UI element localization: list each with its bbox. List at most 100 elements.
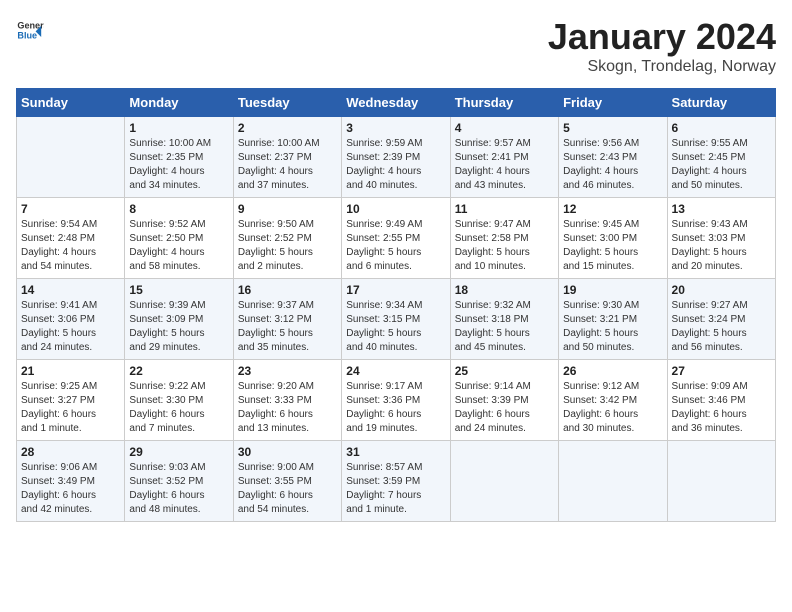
calendar-cell: 10 Sunrise: 9:49 AMSunset: 2:55 PMDayligh…	[342, 198, 450, 279]
calendar-week-1: 1 Sunrise: 10:00 AMSunset: 2:35 PMDayligh…	[17, 117, 776, 198]
day-content: Sunrise: 9:34 AMSunset: 3:15 PMDaylight:…	[346, 299, 445, 355]
calendar-cell	[450, 441, 558, 522]
header-friday: Friday	[559, 89, 667, 117]
header-monday: Monday	[125, 89, 233, 117]
day-content: Sunrise: 9:47 AMSunset: 2:58 PMDaylight:…	[455, 218, 554, 274]
calendar-cell: 31 Sunrise: 8:57 AMSunset: 3:59 PMDayligh…	[342, 441, 450, 522]
day-number: 4	[455, 121, 554, 135]
day-number: 28	[21, 445, 120, 459]
calendar-cell: 16Sunrise: 9:37 AMSunset: 3:12 PMDayligh…	[233, 279, 341, 360]
day-number: 19	[563, 283, 662, 297]
header-thursday: Thursday	[450, 89, 558, 117]
day-number: 23	[238, 364, 337, 378]
svg-text:Blue: Blue	[17, 30, 37, 40]
day-content: Sunrise: 9:43 AMSunset: 3:03 PMDaylight:…	[672, 218, 771, 274]
calendar-cell: 1 Sunrise: 10:00 AMSunset: 2:35 PMDayligh…	[125, 117, 233, 198]
day-number: 5	[563, 121, 662, 135]
calendar-body: 1 Sunrise: 10:00 AMSunset: 2:35 PMDayligh…	[17, 117, 776, 522]
calendar-cell: 26 Sunrise: 9:12 AMSunset: 3:42 PMDayligh…	[559, 360, 667, 441]
calendar-cell: 28 Sunrise: 9:06 AMSunset: 3:49 PMDayligh…	[17, 441, 125, 522]
day-number: 6	[672, 121, 771, 135]
day-content: Sunrise: 9:17 AMSunset: 3:36 PMDaylight:…	[346, 380, 445, 436]
day-number: 3	[346, 121, 445, 135]
day-content: Sunrise: 9:45 AMSunset: 3:00 PMDaylight:…	[563, 218, 662, 274]
calendar-cell: 15Sunrise: 9:39 AMSunset: 3:09 PMDayligh…	[125, 279, 233, 360]
day-number: 12	[563, 202, 662, 216]
calendar-cell	[17, 117, 125, 198]
day-number: 31	[346, 445, 445, 459]
day-content: Sunrise: 9:41 AMSunset: 3:06 PMDaylight:…	[21, 299, 120, 355]
day-content: Sunrise: 9:00 AMSunset: 3:55 PMDaylight:…	[238, 461, 337, 517]
calendar-cell: 3Sunrise: 9:59 AMSunset: 2:39 PMDaylight…	[342, 117, 450, 198]
calendar-cell: 5 Sunrise: 9:56 AMSunset: 2:43 PMDaylight…	[559, 117, 667, 198]
day-content: Sunrise: 9:32 AMSunset: 3:18 PMDaylight:…	[455, 299, 554, 355]
day-number: 1	[129, 121, 228, 135]
calendar-cell: 21Sunrise: 9:25 AMSunset: 3:27 PMDayligh…	[17, 360, 125, 441]
subtitle: Skogn, Trondelag, Norway	[548, 58, 776, 76]
page-header: General Blue January 2024 Skogn, Trondel…	[16, 16, 776, 76]
calendar-week-4: 21Sunrise: 9:25 AMSunset: 3:27 PMDayligh…	[17, 360, 776, 441]
calendar-cell: 7 Sunrise: 9:54 AMSunset: 2:48 PMDaylight…	[17, 198, 125, 279]
day-content: Sunrise: 9:06 AMSunset: 3:49 PMDaylight:…	[21, 461, 120, 517]
calendar-cell: 25 Sunrise: 9:14 AMSunset: 3:39 PMDayligh…	[450, 360, 558, 441]
day-content: Sunrise: 9:37 AMSunset: 3:12 PMDaylight:…	[238, 299, 337, 355]
calendar-cell: 24 Sunrise: 9:17 AMSunset: 3:36 PMDayligh…	[342, 360, 450, 441]
calendar-cell: 20Sunrise: 9:27 AMSunset: 3:24 PMDayligh…	[667, 279, 775, 360]
day-content: Sunrise: 9:55 AMSunset: 2:45 PMDaylight:…	[672, 137, 771, 193]
header-sunday: Sunday	[17, 89, 125, 117]
day-number: 8	[129, 202, 228, 216]
day-content: Sunrise: 9:09 AMSunset: 3:46 PMDaylight:…	[672, 380, 771, 436]
day-content: Sunrise: 9:49 AMSunset: 2:55 PMDaylight:…	[346, 218, 445, 274]
calendar-cell: 17 Sunrise: 9:34 AMSunset: 3:15 PMDayligh…	[342, 279, 450, 360]
calendar-cell: 9 Sunrise: 9:50 AMSunset: 2:52 PMDaylight…	[233, 198, 341, 279]
day-number: 25	[455, 364, 554, 378]
day-number: 27	[672, 364, 771, 378]
calendar-table: Sunday Monday Tuesday Wednesday Thursday…	[16, 88, 776, 522]
day-content: Sunrise: 9:20 AMSunset: 3:33 PMDaylight:…	[238, 380, 337, 436]
calendar-header: Sunday Monday Tuesday Wednesday Thursday…	[17, 89, 776, 117]
calendar-cell: 23 Sunrise: 9:20 AMSunset: 3:33 PMDayligh…	[233, 360, 341, 441]
header-row: Sunday Monday Tuesday Wednesday Thursday…	[17, 89, 776, 117]
day-number: 17	[346, 283, 445, 297]
calendar-week-2: 7 Sunrise: 9:54 AMSunset: 2:48 PMDaylight…	[17, 198, 776, 279]
calendar-cell	[559, 441, 667, 522]
calendar-cell: 11Sunrise: 9:47 AMSunset: 2:58 PMDayligh…	[450, 198, 558, 279]
day-content: Sunrise: 10:00 AMSunset: 2:35 PMDaylight…	[129, 137, 228, 193]
day-number: 10	[346, 202, 445, 216]
header-tuesday: Tuesday	[233, 89, 341, 117]
calendar-cell: 12 Sunrise: 9:45 AMSunset: 3:00 PMDayligh…	[559, 198, 667, 279]
day-content: Sunrise: 9:56 AMSunset: 2:43 PMDaylight:…	[563, 137, 662, 193]
calendar-week-3: 14 Sunrise: 9:41 AMSunset: 3:06 PMDayligh…	[17, 279, 776, 360]
calendar-cell: 22Sunrise: 9:22 AMSunset: 3:30 PMDayligh…	[125, 360, 233, 441]
calendar-week-5: 28 Sunrise: 9:06 AMSunset: 3:49 PMDayligh…	[17, 441, 776, 522]
calendar-cell: 30Sunrise: 9:00 AMSunset: 3:55 PMDayligh…	[233, 441, 341, 522]
main-title: January 2024	[548, 16, 776, 58]
day-content: Sunrise: 9:54 AMSunset: 2:48 PMDaylight:…	[21, 218, 120, 274]
day-content: Sunrise: 9:39 AMSunset: 3:09 PMDaylight:…	[129, 299, 228, 355]
day-number: 9	[238, 202, 337, 216]
day-content: Sunrise: 9:14 AMSunset: 3:39 PMDaylight:…	[455, 380, 554, 436]
day-content: Sunrise: 8:57 AMSunset: 3:59 PMDaylight:…	[346, 461, 445, 517]
day-number: 26	[563, 364, 662, 378]
day-content: Sunrise: 9:50 AMSunset: 2:52 PMDaylight:…	[238, 218, 337, 274]
day-content: Sunrise: 9:03 AMSunset: 3:52 PMDaylight:…	[129, 461, 228, 517]
title-area: January 2024 Skogn, Trondelag, Norway	[548, 16, 776, 76]
calendar-cell: 2Sunrise: 10:00 AMSunset: 2:37 PMDayligh…	[233, 117, 341, 198]
day-number: 14	[21, 283, 120, 297]
day-number: 18	[455, 283, 554, 297]
calendar-cell: 8Sunrise: 9:52 AMSunset: 2:50 PMDaylight…	[125, 198, 233, 279]
day-content: Sunrise: 9:12 AMSunset: 3:42 PMDaylight:…	[563, 380, 662, 436]
calendar-cell: 13Sunrise: 9:43 AMSunset: 3:03 PMDayligh…	[667, 198, 775, 279]
day-content: Sunrise: 9:22 AMSunset: 3:30 PMDaylight:…	[129, 380, 228, 436]
day-number: 24	[346, 364, 445, 378]
day-content: Sunrise: 9:30 AMSunset: 3:21 PMDaylight:…	[563, 299, 662, 355]
day-content: Sunrise: 9:27 AMSunset: 3:24 PMDaylight:…	[672, 299, 771, 355]
calendar-cell	[667, 441, 775, 522]
day-number: 7	[21, 202, 120, 216]
header-saturday: Saturday	[667, 89, 775, 117]
day-content: Sunrise: 9:25 AMSunset: 3:27 PMDaylight:…	[21, 380, 120, 436]
calendar-cell: 18 Sunrise: 9:32 AMSunset: 3:18 PMDayligh…	[450, 279, 558, 360]
day-number: 2	[238, 121, 337, 135]
logo-icon: General Blue	[16, 16, 44, 44]
day-content: Sunrise: 9:57 AMSunset: 2:41 PMDaylight:…	[455, 137, 554, 193]
